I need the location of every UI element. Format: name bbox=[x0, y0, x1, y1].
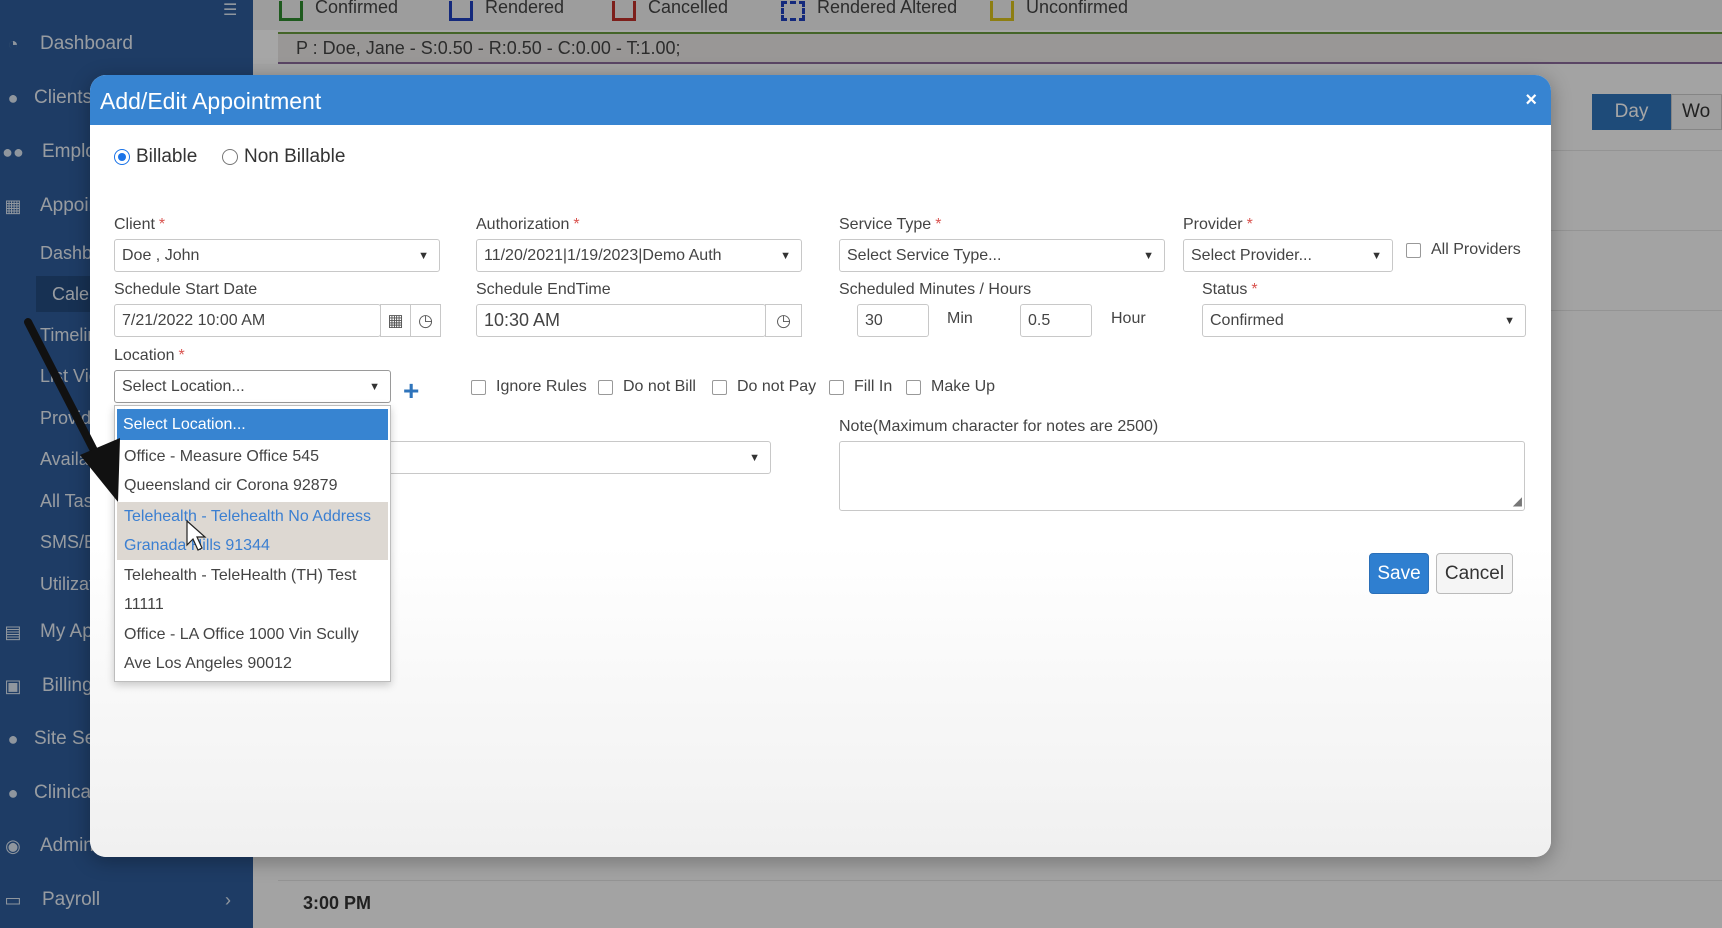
modal-title: Add/Edit Appointment bbox=[100, 88, 322, 114]
do-not-bill-checkbox[interactable]: Do not Bill bbox=[598, 378, 696, 396]
client-label: Client * bbox=[114, 216, 166, 233]
caret-down-icon: ▼ bbox=[749, 452, 760, 464]
add-edit-appointment-modal: Add/Edit Appointment × Billable Non Bill… bbox=[90, 75, 1551, 857]
do-not-pay-checkbox[interactable]: Do not Pay bbox=[712, 378, 816, 396]
caret-down-icon: ▼ bbox=[369, 381, 380, 393]
make-up-checkbox[interactable]: Make Up bbox=[906, 378, 995, 396]
fill-in-checkbox[interactable]: Fill In bbox=[829, 378, 892, 396]
location-select[interactable]: Select Location... ▼ bbox=[114, 370, 391, 403]
location-option-placeholder[interactable]: Select Location... bbox=[117, 409, 388, 440]
radio-indicator bbox=[222, 149, 238, 165]
note-textarea[interactable]: ◢ bbox=[839, 441, 1525, 511]
status-select[interactable]: Confirmed ▼ bbox=[1202, 304, 1526, 337]
clock-icon[interactable]: ◷ bbox=[410, 304, 441, 337]
cancel-button[interactable]: Cancel bbox=[1436, 553, 1513, 594]
radio-selected-indicator bbox=[114, 149, 130, 165]
close-icon[interactable]: × bbox=[1525, 89, 1537, 112]
location-option[interactable]: Office - Measure Office 545 Queensland c… bbox=[117, 442, 388, 500]
caret-down-icon: ▼ bbox=[1504, 315, 1515, 327]
start-date-label: Schedule Start Date bbox=[114, 281, 258, 298]
checkbox-indicator bbox=[906, 379, 921, 395]
modal-header: Add/Edit Appointment × bbox=[90, 75, 1551, 125]
start-date-input[interactable]: 7/21/2022 10:00 AM bbox=[114, 304, 381, 337]
add-location-plus-icon[interactable]: + bbox=[403, 377, 419, 405]
resize-handle-icon[interactable]: ◢ bbox=[1513, 494, 1522, 508]
provider-label: Provider * bbox=[1183, 216, 1253, 233]
hours-unit-label: Hour bbox=[1111, 310, 1146, 327]
all-providers-checkbox[interactable]: All Providers bbox=[1406, 241, 1521, 259]
caret-down-icon: ▼ bbox=[780, 250, 791, 262]
scheduled-minutes-hours-label: Scheduled Minutes / Hours bbox=[839, 281, 1032, 298]
status-label: Status * bbox=[1202, 281, 1258, 298]
location-option[interactable]: Office - LA Office 1000 Vin Scully Ave L… bbox=[117, 620, 388, 678]
end-time-input[interactable]: 10:30 AM bbox=[476, 304, 766, 337]
minutes-unit-label: Min bbox=[947, 310, 973, 327]
ignore-rules-checkbox[interactable]: Ignore Rules bbox=[471, 378, 587, 396]
authorization-select[interactable]: 11/20/2021|1/19/2023|Demo Auth ▼ bbox=[476, 239, 802, 272]
location-option[interactable]: Telehealth - TeleHealth (TH) Test 11111 bbox=[117, 561, 388, 619]
checkbox-indicator bbox=[712, 379, 727, 395]
provider-select[interactable]: Select Provider... ▼ bbox=[1183, 239, 1393, 272]
authorization-label: Authorization * bbox=[476, 216, 580, 233]
calendar-picker-icon[interactable]: ▦ bbox=[380, 304, 411, 337]
location-option-highlighted[interactable]: Telehealth - Telehealth No Address Grana… bbox=[117, 502, 388, 560]
location-dropdown-list: Select Location... Office - Measure Offi… bbox=[114, 405, 391, 682]
end-time-label: Schedule EndTime bbox=[476, 281, 611, 298]
secondary-select[interactable]: ▼ bbox=[380, 441, 771, 474]
checkbox-indicator bbox=[1406, 242, 1421, 258]
scheduled-minutes-input[interactable]: 30 bbox=[857, 304, 929, 337]
service-type-select[interactable]: Select Service Type... ▼ bbox=[839, 239, 1165, 272]
client-select[interactable]: Doe , John ▼ bbox=[114, 239, 440, 272]
note-label: Note(Maximum character for notes are 250… bbox=[839, 418, 1159, 435]
checkbox-indicator bbox=[598, 379, 613, 395]
scheduled-hours-input[interactable]: 0.5 bbox=[1020, 304, 1092, 337]
service-type-label: Service Type * bbox=[839, 216, 942, 233]
checkbox-indicator bbox=[471, 379, 486, 395]
clock-icon[interactable]: ◷ bbox=[765, 304, 802, 337]
caret-down-icon: ▼ bbox=[1371, 250, 1382, 262]
save-button[interactable]: Save bbox=[1369, 553, 1429, 594]
caret-down-icon: ▼ bbox=[418, 250, 429, 262]
caret-down-icon: ▼ bbox=[1143, 250, 1154, 262]
location-label: Location * bbox=[114, 347, 185, 364]
non-billable-radio[interactable]: Non Billable bbox=[222, 146, 345, 168]
billable-radio[interactable]: Billable bbox=[114, 146, 197, 168]
checkbox-indicator bbox=[829, 379, 844, 395]
